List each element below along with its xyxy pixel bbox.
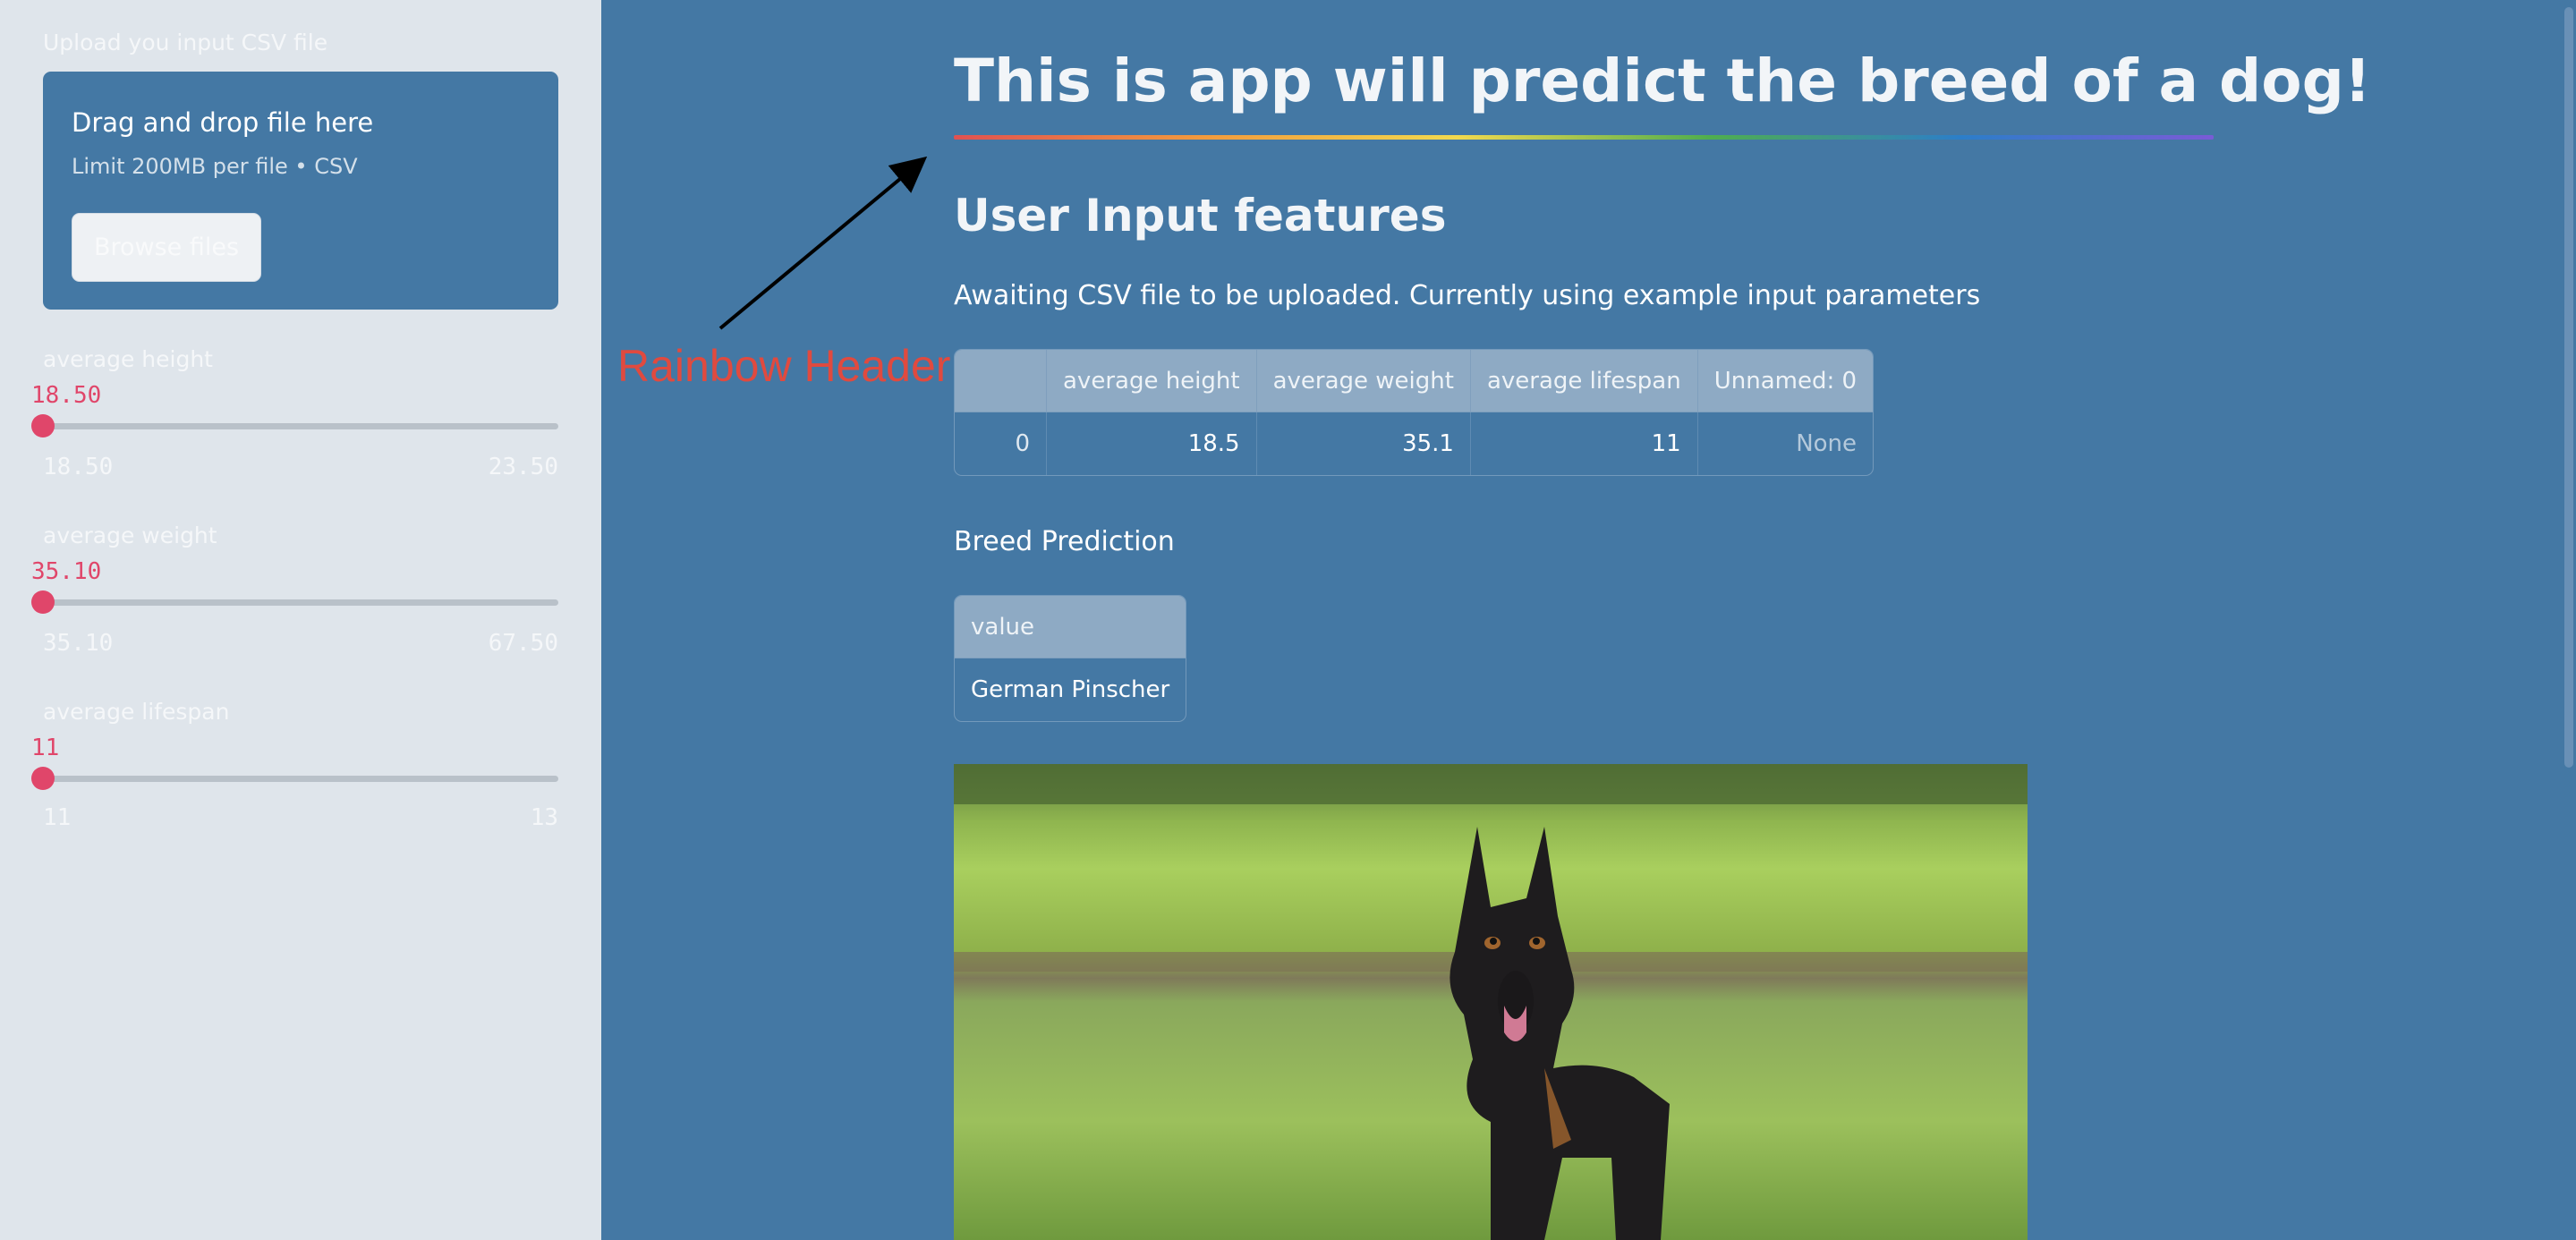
- slider-min-weight: 35.10: [43, 630, 114, 657]
- slider-max-height: 23.50: [488, 454, 558, 480]
- slider-value-weight: 35.10: [31, 558, 102, 585]
- annotation-label: Rainbow Header: [617, 341, 951, 391]
- slider-track-lifespan[interactable]: [43, 776, 558, 782]
- table-cell: 11: [1471, 412, 1698, 475]
- table-row: German Pinscher: [955, 658, 1186, 721]
- sidebar: Upload you input CSV file Drag and drop …: [0, 0, 601, 1240]
- dropzone-subtitle: Limit 200MB per file • CSV: [72, 154, 358, 179]
- slider-label-lifespan: average lifespan: [43, 699, 230, 725]
- input-features-table: average height average weight average li…: [954, 349, 1875, 476]
- table-row: 0 18.5 35.1 11 None: [955, 412, 1873, 475]
- slider-max-weight: 67.50: [488, 630, 558, 657]
- slider-label-weight: average weight: [43, 522, 217, 548]
- prediction-table: value German Pinscher: [954, 595, 1187, 722]
- slider-min-height: 18.50: [43, 454, 114, 480]
- table-header-cell[interactable]: average height: [1047, 350, 1257, 412]
- upload-label: Upload you input CSV file: [43, 30, 328, 55]
- slider-thumb-weight[interactable]: [31, 590, 55, 614]
- table-cell: 35.1: [1257, 412, 1471, 475]
- dog-image: [954, 764, 2028, 1240]
- main-scrollbar[interactable]: [2564, 7, 2573, 768]
- table-cell: 18.5: [1047, 412, 1257, 475]
- table-header-row: average height average weight average li…: [955, 350, 1874, 412]
- table-cell: German Pinscher: [971, 676, 1170, 703]
- dropzone-title: Drag and drop file here: [72, 107, 374, 138]
- table-header-cell[interactable]: average weight: [1256, 350, 1471, 412]
- slider-track-weight[interactable]: [43, 599, 558, 606]
- browse-files-button[interactable]: Browse files: [72, 213, 261, 282]
- slider-min-lifespan: 11: [43, 804, 72, 831]
- table-header-cell[interactable]: value: [955, 596, 1186, 658]
- table-cell: None: [1796, 430, 1858, 457]
- slider-max-lifespan: 13: [530, 804, 558, 831]
- table-header-cell[interactable]: Unnamed: 0: [1697, 350, 1874, 412]
- slider-thumb-lifespan[interactable]: [31, 767, 55, 790]
- file-dropzone[interactable]: Drag and drop file here Limit 200MB per …: [43, 72, 558, 310]
- table-header-cell[interactable]: [955, 350, 1047, 412]
- slider-value-height: 18.50: [31, 382, 102, 409]
- page-title: This is app will predict the breed of a …: [954, 47, 2371, 115]
- table-cell: 0: [955, 412, 1047, 475]
- table-header-cell[interactable]: average lifespan: [1470, 350, 1698, 412]
- slider-thumb-height[interactable]: [31, 414, 55, 437]
- info-text: Awaiting CSV file to be uploaded. Curren…: [954, 280, 1981, 311]
- slider-label-height: average height: [43, 346, 213, 372]
- slider-track-height[interactable]: [43, 423, 558, 429]
- rainbow-header-divider: [954, 135, 2214, 140]
- slider-value-lifespan: 11: [31, 735, 60, 761]
- breed-prediction-label: Breed Prediction: [954, 526, 1175, 557]
- table-header-row: value: [955, 596, 1186, 658]
- section-title: User Input features: [954, 190, 1447, 242]
